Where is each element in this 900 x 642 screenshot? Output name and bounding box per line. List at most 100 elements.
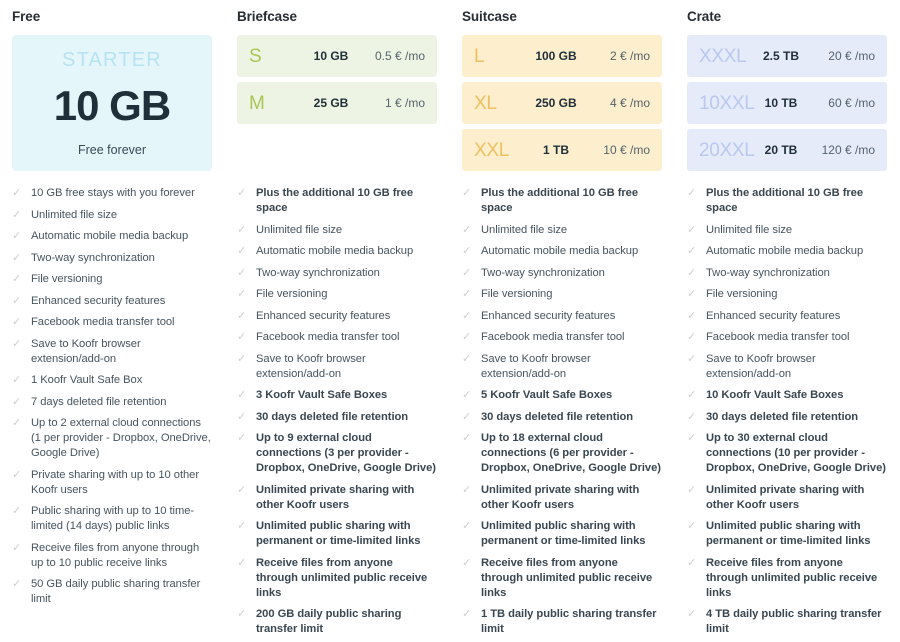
feature-label: Unlimited public sharing with permanent … xyxy=(706,520,871,547)
feature-label: 10 Koofr Vault Safe Boxes xyxy=(706,389,844,401)
feature-label: Automatic mobile media backup xyxy=(31,230,189,242)
check-icon: ✓ xyxy=(237,288,247,300)
feature-item: ✓ Unlimited private sharing with other Ko… xyxy=(687,483,887,513)
check-icon: ✓ xyxy=(462,223,472,236)
plan-tier-card-suitcase-xl[interactable]: XL 250 GB 4 € /mo xyxy=(462,82,662,124)
check-icon: ✓ xyxy=(687,432,697,444)
feature-item: ✓ 7 days deleted file retention xyxy=(12,395,212,410)
check-icon: ✓ xyxy=(237,223,247,236)
feature-label: Unlimited private sharing with other Koo… xyxy=(256,483,415,511)
feature-label: Plus the additional 10 GB free space xyxy=(481,187,639,214)
feature-label: Up to 30 external cloud connections (10 … xyxy=(706,432,886,474)
feature-item: ✓ Unlimited file size xyxy=(237,223,437,238)
feature-label: Unlimited public sharing with permanent … xyxy=(256,520,421,547)
feature-label: Save to Koofr browser extension/add-on xyxy=(31,337,141,365)
feature-item: ✓ Save to Koofr browser extension/add-on xyxy=(237,352,437,382)
feature-item: ✓ Automatic mobile media backup xyxy=(237,244,437,259)
plan-column-suitcase: Suitcase L 100 GB 2 € /mo XL 250 GB 4 € /mo XXL… xyxy=(450,8,675,642)
tier-name: S xyxy=(249,45,262,67)
tier-name: M xyxy=(249,92,265,114)
check-icon: ✓ xyxy=(462,288,472,300)
feature-item: ✓ 10 GB free stays with you forever xyxy=(12,186,212,201)
feature-item: ✓ File versioning xyxy=(687,287,887,302)
plan-tier-card-suitcase-xxl[interactable]: XXL 1 TB 10 € /mo xyxy=(462,129,662,171)
check-icon: ✓ xyxy=(462,410,472,423)
feature-label: Facebook media transfer tool xyxy=(256,331,400,343)
check-icon: ✓ xyxy=(12,294,22,307)
plan-tier-card-crate-xxxl[interactable]: XXXL 2.5 TB 20 € /mo xyxy=(687,35,887,77)
feature-label: 30 days deleted file retention xyxy=(481,410,634,423)
plan-hero-card-free[interactable]: STARTER 10 GB Free forever xyxy=(12,35,212,171)
check-icon: ✓ xyxy=(462,608,472,620)
feature-item: ✓ Up to 18 external cloud connections (6 … xyxy=(462,431,662,476)
feature-label: 1 Koofr Vault Safe Box xyxy=(31,374,143,386)
plan-tier-card-crate-20xxl[interactable]: 20XXL 20 TB 120 € /mo xyxy=(687,129,887,171)
tier-storage-size: 20 TB xyxy=(764,143,798,157)
check-icon: ✓ xyxy=(12,187,22,199)
feature-label: Two-way synchronization xyxy=(706,266,830,279)
tier-price: 10 € /mo xyxy=(603,143,650,157)
feature-item: ✓ Facebook media transfer tool xyxy=(12,315,212,330)
plan-cards-free: STARTER 10 GB Free forever xyxy=(12,35,212,171)
feature-item: ✓ Unlimited public sharing with permanent… xyxy=(237,519,437,549)
check-icon: ✓ xyxy=(237,556,247,569)
check-icon: ✓ xyxy=(12,578,22,590)
check-icon: ✓ xyxy=(687,331,697,343)
check-icon: ✓ xyxy=(687,187,697,199)
plan-column-free: Free STARTER 10 GB Free forever ✓ 10 GB free … xyxy=(0,8,225,642)
feature-item: ✓ Public sharing with up to 10 time-limit… xyxy=(12,504,212,534)
feature-label: Save to Koofr browser extension/add-on xyxy=(706,352,816,380)
feature-item: ✓ Unlimited public sharing with permanent… xyxy=(462,519,662,549)
feature-item: ✓ File versioning xyxy=(12,272,212,287)
plan-tier-card-crate-10xxl[interactable]: 10XXL 10 TB 60 € /mo xyxy=(687,82,887,124)
feature-item: ✓ Up to 30 external cloud connections (10… xyxy=(687,431,887,476)
feature-label: Receive files from anyone through up to … xyxy=(31,541,200,569)
feature-item: ✓ 3 Koofr Vault Safe Boxes xyxy=(237,388,437,403)
check-icon: ✓ xyxy=(12,374,22,386)
feature-label: Enhanced security features xyxy=(31,294,166,307)
feature-item: ✓ Automatic mobile media backup xyxy=(12,229,212,244)
feature-item: ✓ Plus the additional 10 GB free space xyxy=(687,186,887,216)
check-icon: ✓ xyxy=(12,417,22,429)
check-icon: ✓ xyxy=(12,505,22,517)
check-icon: ✓ xyxy=(237,432,247,444)
feature-label: Unlimited file size xyxy=(706,223,793,236)
check-icon: ✓ xyxy=(462,331,472,343)
feature-item: ✓ Up to 9 external cloud connections (3 p… xyxy=(237,431,437,476)
tier-storage-size: 100 GB xyxy=(535,49,577,63)
tier-name: L xyxy=(474,45,485,67)
feature-item: ✓ Automatic mobile media backup xyxy=(462,244,662,259)
feature-label: Automatic mobile media backup xyxy=(256,245,414,257)
feature-label: 1 TB daily public sharing transfer limit xyxy=(481,608,657,635)
check-icon: ✓ xyxy=(687,288,697,300)
feature-label: Enhanced security features xyxy=(256,309,391,322)
check-icon: ✓ xyxy=(687,389,697,401)
feature-item: ✓ 1 Koofr Vault Safe Box xyxy=(12,373,212,388)
feature-item: ✓ 30 days deleted file retention xyxy=(237,410,437,425)
feature-item: ✓ Save to Koofr browser extension/add-on xyxy=(12,337,212,367)
feature-label: Unlimited public sharing with permanent … xyxy=(481,520,646,547)
plan-cards-crate: XXXL 2.5 TB 20 € /mo 10XXL 10 TB 60 € /mo 20XX… xyxy=(687,35,887,171)
feature-item: ✓ Facebook media transfer tool xyxy=(687,330,887,345)
pricing-comparison-board: Free STARTER 10 GB Free forever ✓ 10 GB free … xyxy=(0,0,900,642)
feature-item: ✓ Two-way synchronization xyxy=(462,266,662,281)
tier-name: XXXL xyxy=(699,45,747,67)
feature-item: ✓ Unlimited private sharing with other Ko… xyxy=(237,483,437,513)
tier-price: 120 € /mo xyxy=(821,143,875,157)
feature-label: Up to 9 external cloud connections (3 pe… xyxy=(256,432,436,474)
check-icon: ✓ xyxy=(462,245,472,257)
plan-tier-card-briefcase-s[interactable]: S 10 GB 0.5 € /mo xyxy=(237,35,437,77)
plan-tier-card-briefcase-m[interactable]: M 25 GB 1 € /mo xyxy=(237,82,437,124)
check-icon: ✓ xyxy=(237,266,247,279)
plan-tier-card-suitcase-l[interactable]: L 100 GB 2 € /mo xyxy=(462,35,662,77)
tier-storage-size: 10 GB xyxy=(313,49,349,63)
feature-label: 10 GB free stays with you forever xyxy=(31,187,195,199)
feature-list-crate: ✓ Plus the additional 10 GB free space ✓ Un… xyxy=(687,186,887,642)
feature-label: Two-way synchronization xyxy=(481,266,605,279)
tier-name: 10XXL xyxy=(699,92,755,114)
tier-price: 4 € /mo xyxy=(609,96,650,110)
feature-label: Up to 2 external cloud connections (1 pe… xyxy=(31,417,211,459)
feature-item: ✓ File versioning xyxy=(237,287,437,302)
check-icon: ✓ xyxy=(462,352,472,365)
feature-list-briefcase: ✓ Plus the additional 10 GB free space ✓ Un… xyxy=(237,186,437,642)
